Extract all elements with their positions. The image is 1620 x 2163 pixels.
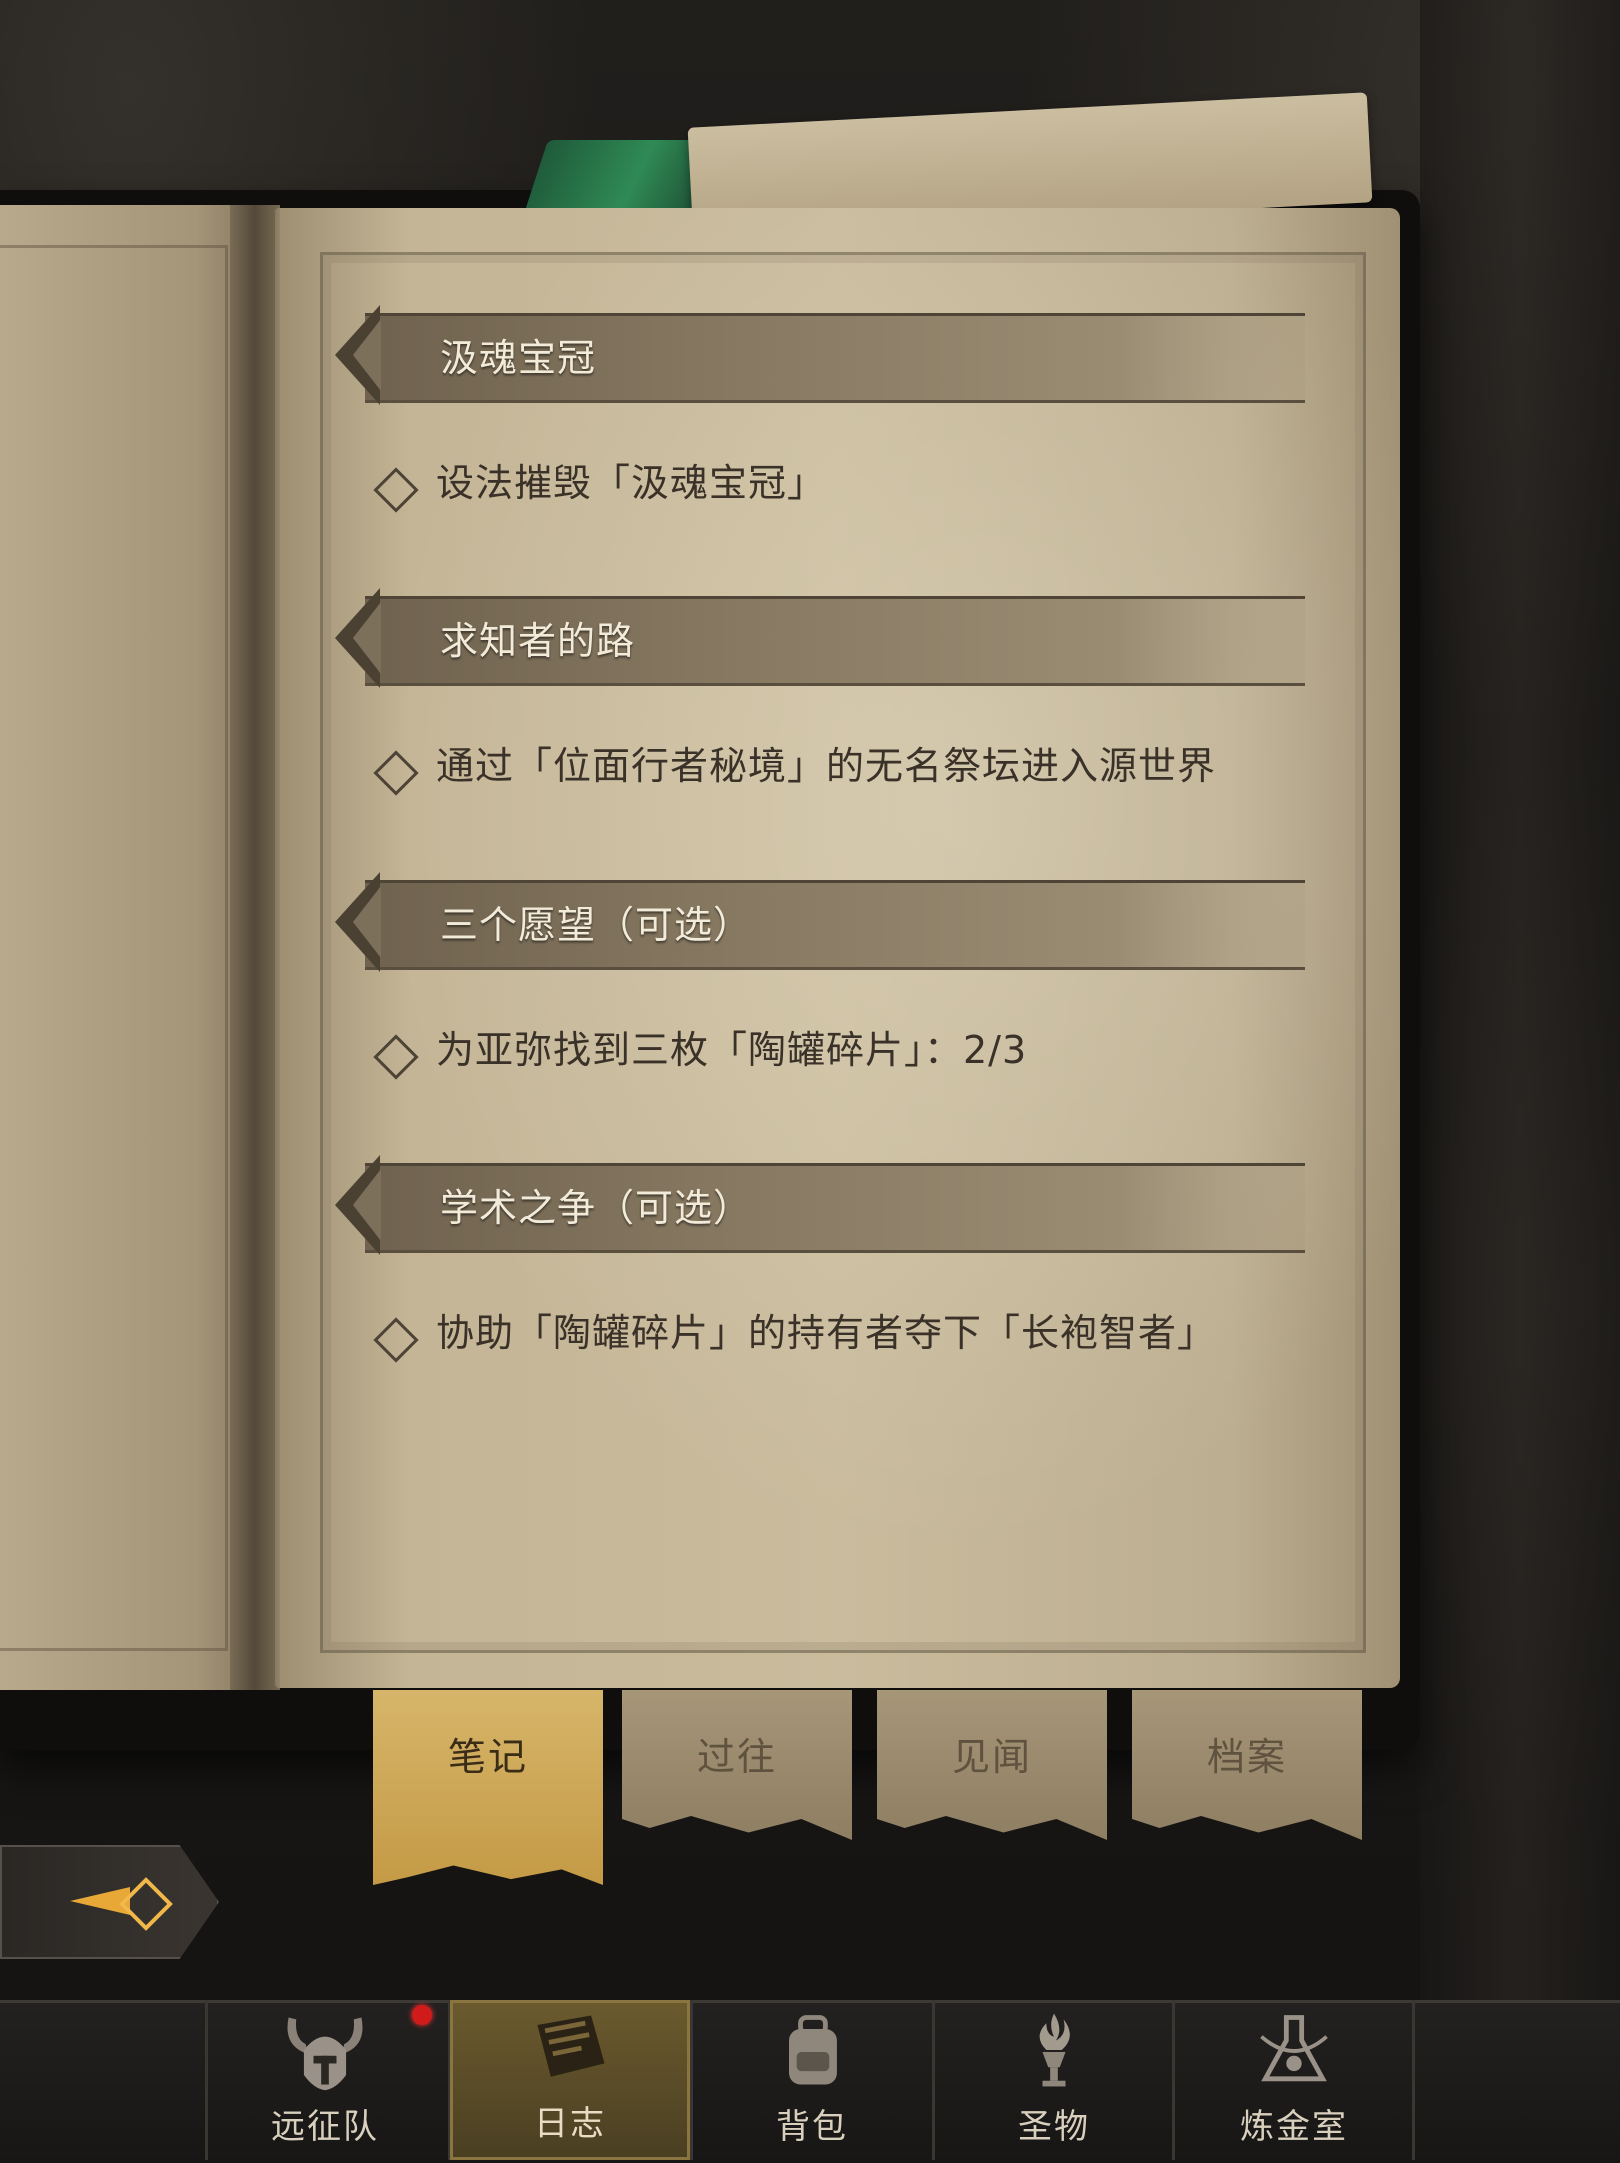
journal-icon	[524, 2003, 616, 2094]
objective-diamond-icon	[373, 750, 419, 796]
torch-relic-icon	[1008, 2005, 1100, 2097]
nav-label: 炼金室	[1240, 2107, 1348, 2147]
backpack-icon	[766, 2005, 858, 2097]
nav-alchemy[interactable]: 炼金室	[1174, 2000, 1414, 2160]
quest-header[interactable]: 三个愿望（可选）	[335, 872, 1305, 972]
objective-text: 通过「位面行者秘境」的无名祭坛进入源世界	[436, 744, 1217, 788]
quest-header-cap-inner	[353, 602, 381, 674]
nav-label: 圣物	[1018, 2107, 1090, 2147]
nav-backpack[interactable]: 背包	[692, 2000, 932, 2160]
nav-label: 远征队	[271, 2107, 379, 2147]
objective-diamond-icon	[373, 1034, 419, 1080]
tab-archive[interactable]: 档案	[1132, 1690, 1362, 1840]
nav-relics[interactable]: 圣物	[934, 2000, 1174, 2160]
back-button[interactable]	[0, 1845, 219, 1959]
alchemy-icon	[1248, 2005, 1340, 2097]
tab-notes[interactable]: 笔记	[373, 1690, 603, 1885]
quest-header[interactable]: 求知者的路	[335, 588, 1305, 688]
quest-title: 学术之争（可选）	[440, 1186, 753, 1230]
quest-title: 三个愿望（可选）	[440, 903, 753, 947]
tab-lore[interactable]: 见闻	[877, 1690, 1107, 1840]
quest-header[interactable]: 学术之争（可选）	[335, 1155, 1305, 1255]
tab-past[interactable]: 过往	[622, 1690, 852, 1840]
quest-objective: 为亚弥找到三枚「陶罐碎片」：2/3	[373, 1025, 1280, 1080]
quest-header-cap-inner	[353, 319, 381, 391]
nav-label: 日志	[534, 2104, 606, 2144]
quest-header[interactable]: 汲魂宝冠	[335, 305, 1305, 405]
quest-header-cap-inner	[353, 886, 381, 958]
nav-journal[interactable]: 日志	[450, 2000, 690, 2160]
quest-objective: 设法摧毁「汲魂宝冠」	[373, 458, 1280, 513]
quest-title: 汲魂宝冠	[440, 336, 597, 380]
quest-header-cap-inner	[353, 1169, 381, 1241]
quest-objective: 协助「陶罐碎片」的持有者夺下「长袍智者」	[373, 1308, 1280, 1363]
tab-label: 笔记	[447, 1735, 528, 1779]
objective-text: 设法摧毁「汲魂宝冠」	[436, 461, 827, 505]
back-diamond-icon	[119, 1877, 173, 1931]
decorative-rail	[1420, 0, 1620, 2000]
objective-diamond-icon	[373, 1317, 419, 1363]
quest-title: 求知者的路	[440, 619, 636, 663]
objective-diamond-icon	[373, 467, 419, 513]
horned-helmet-icon	[279, 2005, 371, 2097]
nav-label: 背包	[776, 2107, 848, 2147]
book-spine	[230, 205, 280, 1690]
notification-badge	[412, 2005, 432, 2025]
quest-objective: 通过「位面行者秘境」的无名祭坛进入源世界	[373, 741, 1280, 796]
objective-text: 为亚弥找到三枚「陶罐碎片」：2/3	[436, 1028, 1028, 1072]
objective-text: 协助「陶罐碎片」的持有者夺下「长袍智者」	[436, 1311, 1217, 1355]
nav-expedition[interactable]: 远征队	[205, 2000, 445, 2160]
